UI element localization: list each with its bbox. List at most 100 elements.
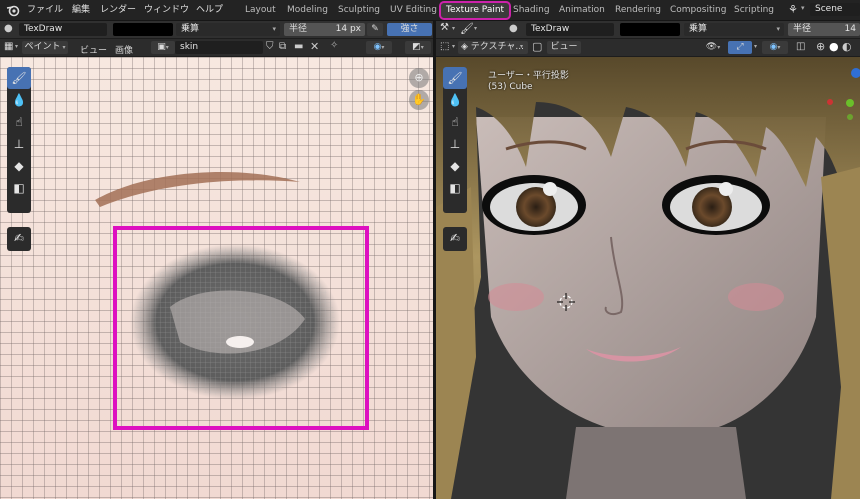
chevron-down-icon: ▾ (452, 43, 456, 50)
character-render (436, 57, 860, 499)
mode-select[interactable]: ペイント ▾ (22, 41, 68, 54)
texture-paint-mode-icon: ◈ (461, 42, 468, 52)
radius-label: 半径 (793, 24, 812, 34)
blender-logo-icon[interactable] (6, 3, 20, 17)
display-channels-button[interactable]: ◩▾ (405, 41, 431, 54)
brush-name-field[interactable]: TexDraw (19, 23, 107, 36)
radius-label: 半径 (289, 24, 308, 34)
viewport-header: ⬚ ▾ ◈ テクスチャ... ▾ ▢ ビュー 👁▾ ⤢ ▾ ◉▾ ◫ ⊕ ● ◐ (436, 39, 860, 56)
material-shading-icon[interactable]: ◐ (842, 40, 852, 53)
tab-modeling[interactable]: Modeling (282, 3, 333, 18)
menu-window[interactable]: ウィンドウ (144, 3, 189, 17)
viewport-annotate-toolbar: ✍ (443, 227, 467, 251)
fake-user-shield-icon[interactable]: ⛉ (266, 41, 274, 52)
radius-pressure-button[interactable]: ✎ (367, 23, 383, 36)
viewport-view-menu[interactable]: ビュー (547, 41, 581, 54)
overlays-button[interactable]: ◉▾ (366, 41, 392, 54)
viewport-brush-color-swatch[interactable] (620, 23, 680, 36)
navigation-gizmo[interactable] (824, 63, 860, 123)
viewport-brush-name-field[interactable]: TexDraw (526, 23, 614, 36)
brush-settings-icon[interactable]: ● (4, 23, 13, 34)
image-editor-header: ▦ ▾ ペイント ▾ ビュー 画像 ▣▾ skin ⛉ ⧉ ▬ ✕ ✧ ◉▾ ◩… (0, 39, 433, 56)
gizmo-button[interactable]: ⤢ (728, 41, 752, 54)
annotate-pen-icon: ✍ (13, 231, 25, 245)
clone-tool[interactable]: ⊥ (443, 133, 467, 155)
menu-edit[interactable]: 編集 (72, 3, 90, 17)
overlays-button[interactable]: ◉▾ (762, 41, 788, 54)
brush-settings-icon[interactable]: ● (509, 23, 518, 34)
bucket-icon: ◆ (14, 159, 24, 173)
visibility-button[interactable]: 👁▾ (701, 41, 725, 54)
clone-tool[interactable]: ⊥ (7, 133, 31, 155)
image-browse-button[interactable]: ▣▾ (151, 41, 175, 54)
pin-icon[interactable]: ✧ (330, 40, 338, 51)
chevron-down-icon: ▾ (474, 25, 478, 32)
blend-mode-select[interactable]: 乗算 ▾ (176, 23, 280, 36)
draw-brush-tool[interactable]: 🖌 (443, 67, 467, 89)
mask-icon: ◧ (13, 181, 25, 195)
mask-toggle-icon[interactable]: ▢ (532, 40, 542, 53)
brush-icon[interactable]: 🖌 (460, 22, 474, 35)
tab-compositing[interactable]: Compositing (665, 3, 731, 18)
viewport-mode-select[interactable]: ◈ テクスチャ... (458, 41, 528, 54)
brush-icon: 🖌 (11, 71, 27, 85)
wireframe-shading-icon[interactable]: ⊕ (816, 40, 825, 53)
fill-tool[interactable]: ◆ (443, 155, 467, 177)
3d-viewport[interactable]: ユーザー・平行投影 (53) Cube 🖌 💧 ☝ ⊥ ◆ ◧ ✍ (436, 57, 860, 499)
chevron-down-icon: ▾ (520, 43, 524, 50)
soften-tool[interactable]: 💧 (7, 89, 31, 111)
tab-uv-editing[interactable]: UV Editing (385, 3, 442, 18)
image-canvas[interactable]: 🖌 💧 ☝ ⊥ ◆ ◧ ✍ ⊕ ✋ (0, 57, 433, 499)
viewport-radius-field[interactable]: 半径 14 (788, 23, 860, 36)
strength-field[interactable]: 強さ (387, 23, 432, 36)
stamp-icon: ⊥ (13, 137, 25, 151)
annotate-tool[interactable]: ✍ (443, 227, 467, 249)
fill-tool[interactable]: ◆ (7, 155, 31, 177)
tab-rendering[interactable]: Rendering (610, 3, 666, 18)
open-image-folder-icon[interactable]: ▬ (294, 41, 303, 52)
brush-color-swatch[interactable] (113, 23, 173, 36)
mask-tool[interactable]: ◧ (7, 177, 31, 199)
active-object-label: (53) Cube (488, 82, 533, 92)
scene-selector[interactable]: ⚘ ▾ Scene (786, 2, 860, 18)
image-icon: ▣ (157, 42, 166, 52)
close-icon[interactable]: ✕ (310, 40, 319, 53)
tab-sculpting[interactable]: Sculpting (333, 3, 385, 18)
menu-view[interactable]: ビュー (80, 43, 107, 56)
viewport-blend-mode-select[interactable]: 乗算 ▾ (684, 23, 784, 36)
image-name-field[interactable]: skin (175, 41, 263, 54)
menu-render[interactable]: レンダー (100, 3, 136, 17)
menu-file[interactable]: ファイル (27, 3, 63, 17)
editor-type-icon[interactable]: ▦ (4, 41, 13, 52)
xray-toggle-icon[interactable]: ◫ (796, 41, 805, 52)
menu-image[interactable]: 画像 (115, 43, 133, 56)
smear-tool[interactable]: ☝ (7, 111, 31, 133)
smear-tool[interactable]: ☝ (443, 111, 467, 133)
pan-gizmo[interactable]: ✋ (409, 90, 429, 110)
menu-help[interactable]: ヘルプ (196, 3, 223, 17)
brush-icon: 🖌 (447, 71, 463, 85)
scene-name-field[interactable]: Scene (810, 3, 860, 16)
tab-texture-paint[interactable]: Texture Paint (438, 1, 512, 20)
viewport-paint-toolbar: 🖌 💧 ☝ ⊥ ◆ ◧ (443, 67, 467, 213)
zoom-gizmo[interactable]: ⊕ (409, 68, 429, 88)
tab-shading[interactable]: Shading (508, 3, 555, 18)
chevron-down-icon: ▾ (420, 44, 424, 51)
annotate-tool[interactable]: ✍ (7, 227, 31, 249)
tool-settings-icon[interactable]: ⚒ (440, 22, 449, 33)
mask-tool[interactable]: ◧ (443, 177, 467, 199)
display-channels-icon: ◩ (412, 42, 421, 52)
tab-animation[interactable]: Animation (554, 3, 610, 18)
soften-tool[interactable]: 💧 (443, 89, 467, 111)
tab-scripting[interactable]: Scripting (729, 3, 779, 18)
editor-type-icon[interactable]: ⬚ (440, 41, 449, 52)
radius-field[interactable]: 半径 14 px (284, 23, 365, 36)
drop-icon: 💧 (447, 93, 463, 107)
draw-brush-tool[interactable]: 🖌 (7, 67, 31, 89)
annotate-toolbar: ✍ (7, 227, 31, 251)
solid-shading-icon[interactable]: ● (829, 40, 839, 53)
tab-layout[interactable]: Layout (240, 3, 281, 18)
3d-cursor-icon[interactable] (557, 293, 575, 311)
duplicate-image-icon[interactable]: ⧉ (279, 41, 286, 52)
chevron-down-icon: ▾ (777, 44, 781, 51)
